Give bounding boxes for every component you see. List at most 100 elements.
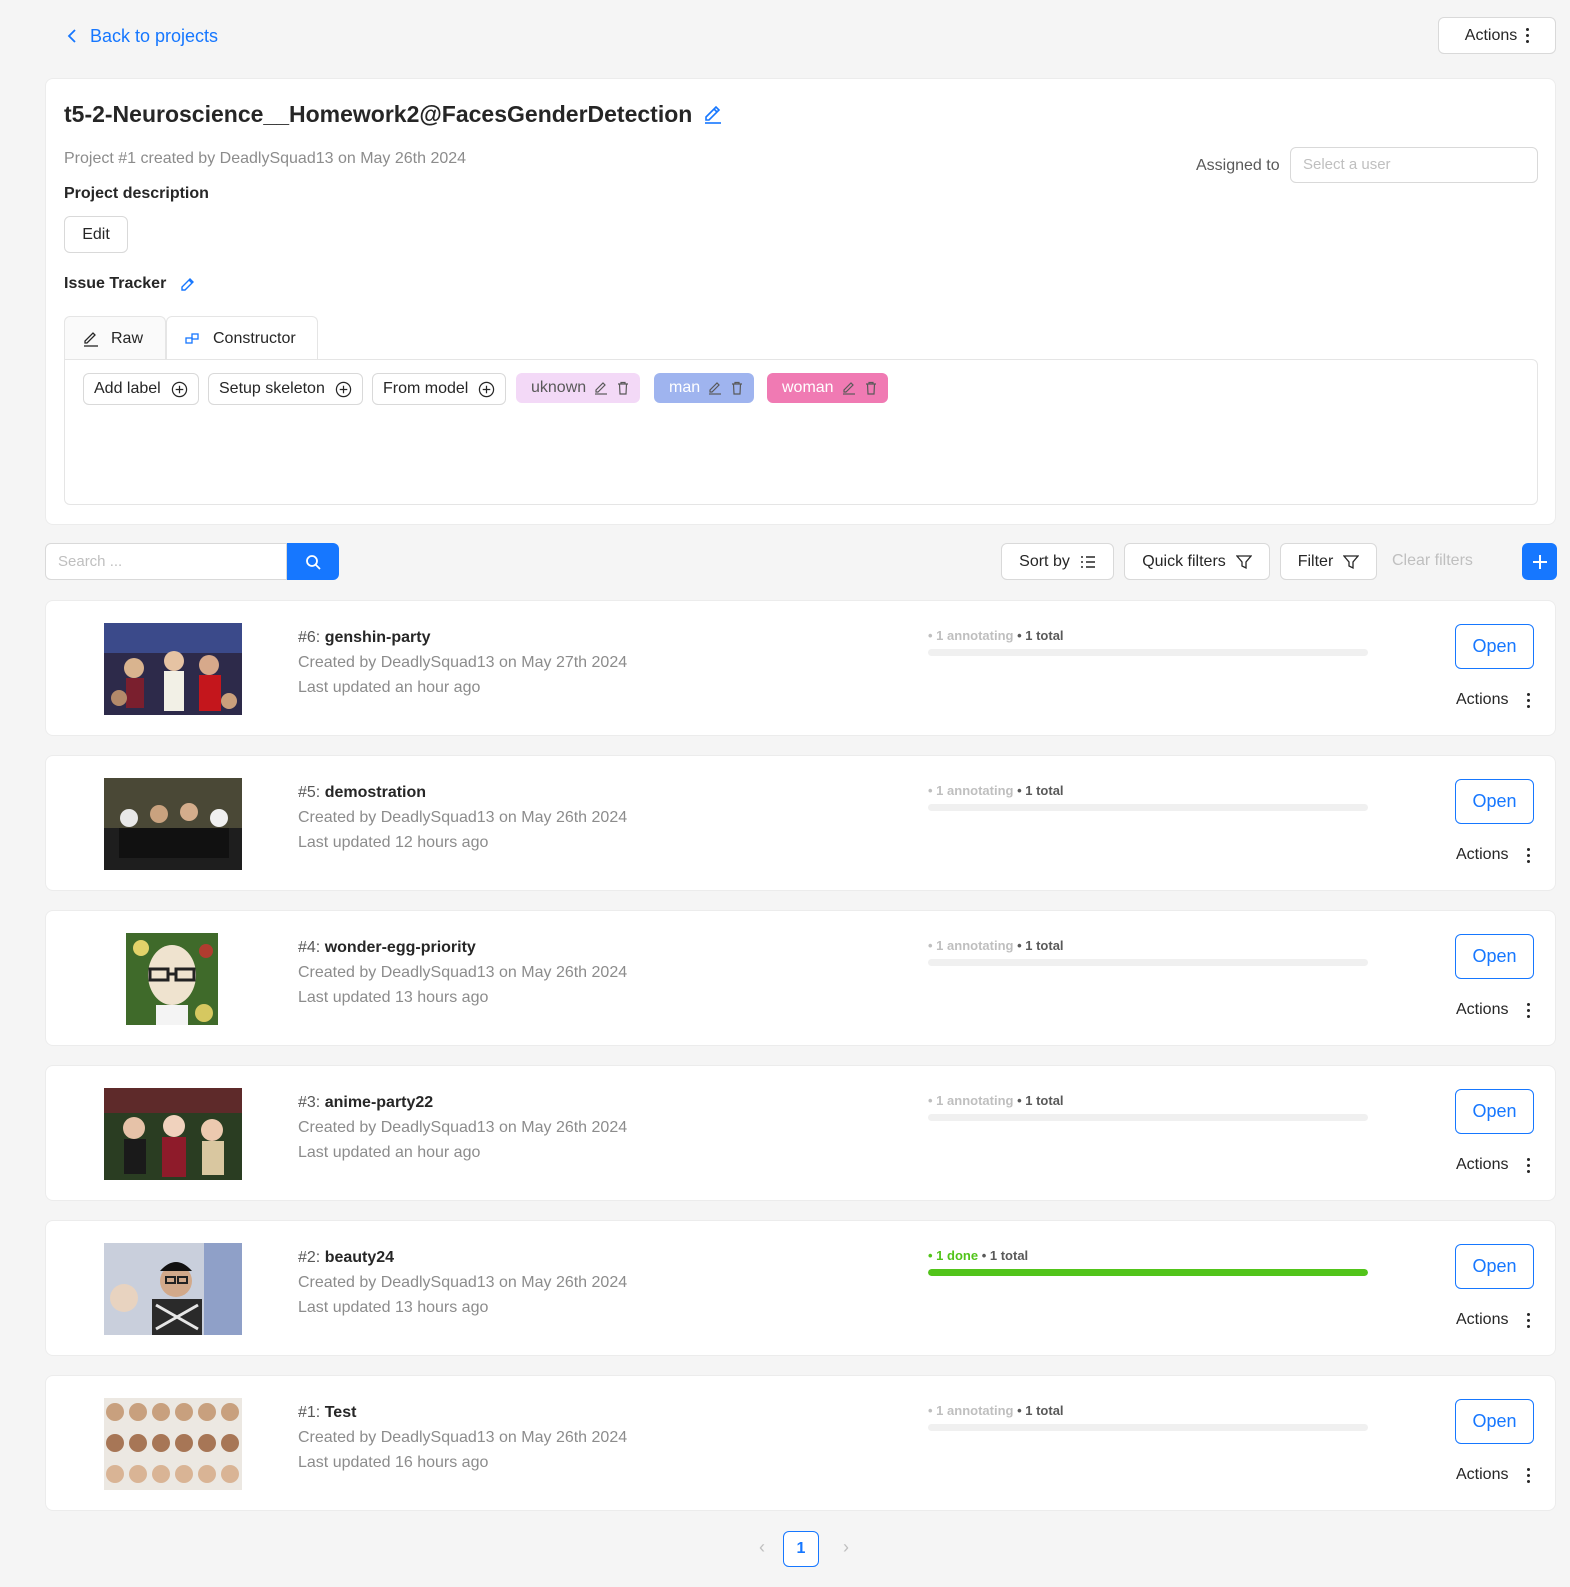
pagination-prev-button[interactable]: ‹	[752, 1537, 772, 1557]
search-icon	[306, 554, 321, 570]
task-progress-bar	[928, 804, 1368, 811]
search-input[interactable]: Search ...	[45, 543, 287, 580]
task-name: wonder-egg-priority	[324, 939, 476, 956]
task-progress-fill	[928, 1269, 1368, 1276]
trash-icon[interactable]	[730, 381, 744, 395]
task-actions-label: Actions	[1456, 1156, 1509, 1173]
more-vertical-icon	[1525, 28, 1529, 43]
task-created: Created by DeadlySquad13 on May 26th 202…	[298, 809, 628, 826]
state-text: annotating	[947, 1403, 1014, 1418]
assignee-select[interactable]: Select a user	[1290, 147, 1538, 183]
task-preview-image[interactable]	[104, 1243, 242, 1335]
total-text: 1 total	[1025, 938, 1064, 953]
setup-skeleton-button[interactable]: Setup skeleton	[208, 373, 363, 405]
clear-filters-button[interactable]: Clear filters	[1392, 552, 1473, 570]
task-created: Created by DeadlySquad13 on May 26th 202…	[298, 1429, 628, 1446]
task-actions-button[interactable]: Actions	[1456, 846, 1530, 864]
total-text: 1 total	[1025, 1403, 1064, 1418]
project-title-text: t5-2-Neuroscience__Homework2@FacesGender…	[64, 100, 693, 127]
pagination-next-button[interactable]: ›	[836, 1537, 856, 1557]
task-preview-image[interactable]	[104, 1398, 242, 1490]
pagination-page-button[interactable]: 1	[783, 1531, 819, 1567]
task-progress-bar	[928, 1424, 1368, 1431]
state-text: annotating	[947, 1093, 1014, 1108]
label-chip[interactable]: woman	[767, 373, 888, 403]
total-text: 1 total	[989, 1248, 1029, 1263]
task-card: #1: Test Created by DeadlySquad13 on May…	[45, 1375, 1556, 1511]
more-vertical-icon	[1526, 1312, 1530, 1328]
add-label-button[interactable]: Add label	[83, 373, 199, 405]
tab-raw[interactable]: Raw	[64, 316, 166, 360]
from-model-button[interactable]: From model	[372, 373, 507, 405]
more-vertical-icon	[1526, 1157, 1530, 1173]
plus-circle-icon	[335, 381, 352, 397]
task-title[interactable]: #4: wonder-egg-priority	[298, 939, 476, 957]
more-vertical-icon	[1526, 692, 1530, 708]
quick-filters-button[interactable]: Quick filters	[1124, 543, 1270, 580]
setup-skeleton-text: Setup skeleton	[219, 380, 325, 397]
task-preview-image[interactable]	[104, 778, 242, 870]
task-created: Created by DeadlySquad13 on May 27th 202…	[298, 654, 628, 671]
search-button[interactable]	[287, 543, 339, 580]
task-preview-image[interactable]	[104, 623, 242, 715]
task-created: Created by DeadlySquad13 on May 26th 202…	[298, 964, 628, 981]
edit-description-button[interactable]: Edit	[64, 216, 128, 253]
task-actions-button[interactable]: Actions	[1456, 1156, 1530, 1174]
task-title[interactable]: #5: demostration	[298, 784, 426, 802]
task-card: #3: anime-party22 Created by DeadlySquad…	[45, 1065, 1556, 1201]
project-actions-button[interactable]: Actions	[1438, 17, 1556, 54]
task-id: #5:	[298, 784, 321, 801]
open-task-button[interactable]: Open	[1455, 779, 1534, 824]
trash-icon[interactable]	[616, 381, 630, 395]
edit-pencil-icon[interactable]	[180, 276, 196, 292]
task-actions-button[interactable]: Actions	[1456, 1001, 1530, 1019]
task-progress-text: • 1 annotating • 1 total	[928, 1403, 1064, 1418]
trash-icon[interactable]	[864, 381, 878, 395]
label-chip[interactable]: man	[654, 373, 755, 403]
tab-constructor[interactable]: Constructor	[166, 316, 318, 360]
open-task-button[interactable]: Open	[1455, 1244, 1534, 1289]
filter-button[interactable]: Filter	[1280, 543, 1377, 580]
open-task-button[interactable]: Open	[1455, 624, 1534, 669]
task-actions-button[interactable]: Actions	[1456, 1311, 1530, 1329]
task-actions-button[interactable]: Actions	[1456, 691, 1530, 709]
create-task-button[interactable]	[1522, 543, 1557, 580]
edit-icon[interactable]	[842, 381, 856, 395]
label-chip[interactable]: uknown	[516, 373, 641, 403]
sort-by-button[interactable]: Sort by	[1001, 543, 1114, 580]
edit-icon[interactable]	[708, 381, 722, 395]
chevron-left-icon: ‹	[759, 1536, 765, 1557]
task-id: #3:	[298, 1094, 321, 1111]
open-task-button[interactable]: Open	[1455, 1089, 1534, 1134]
state-text: annotating	[947, 783, 1014, 798]
task-name: genshin-party	[324, 629, 431, 646]
task-actions-label: Actions	[1456, 1311, 1509, 1328]
task-preview-image[interactable]	[126, 933, 218, 1025]
label-name: uknown	[531, 379, 587, 396]
task-title[interactable]: #6: genshin-party	[298, 629, 431, 647]
task-actions-button[interactable]: Actions	[1456, 1466, 1530, 1484]
task-progress-bar	[928, 1269, 1368, 1276]
task-card: #4: wonder-egg-priority Created by Deadl…	[45, 910, 1556, 1046]
task-title[interactable]: #3: anime-party22	[298, 1094, 433, 1112]
back-to-projects-link[interactable]: Back to projects	[64, 22, 218, 50]
task-title[interactable]: #2: beauty24	[298, 1249, 394, 1267]
issue-tracker: Issue Tracker	[64, 275, 196, 293]
task-title[interactable]: #1: Test	[298, 1404, 356, 1422]
open-task-button[interactable]: Open	[1455, 934, 1534, 979]
task-id: #1:	[298, 1404, 321, 1421]
label-name: woman	[782, 379, 834, 396]
edit-pencil-icon[interactable]	[702, 103, 724, 125]
task-updated: Last updated 12 hours ago	[298, 834, 489, 851]
task-id: #4:	[298, 939, 321, 956]
state-count: 1	[936, 938, 944, 953]
task-actions-label: Actions	[1456, 1001, 1509, 1018]
task-preview-image[interactable]	[104, 1088, 242, 1180]
open-task-button[interactable]: Open	[1455, 1399, 1534, 1444]
state-text: annotating	[947, 628, 1014, 643]
task-progress-text: • 1 done • 1 total	[928, 1248, 1029, 1263]
task-card: #6: genshin-party Created by DeadlySquad…	[45, 600, 1556, 736]
task-progress-text: • 1 annotating • 1 total	[928, 628, 1064, 643]
edit-icon[interactable]	[594, 381, 608, 395]
plus-circle-icon	[171, 381, 187, 397]
